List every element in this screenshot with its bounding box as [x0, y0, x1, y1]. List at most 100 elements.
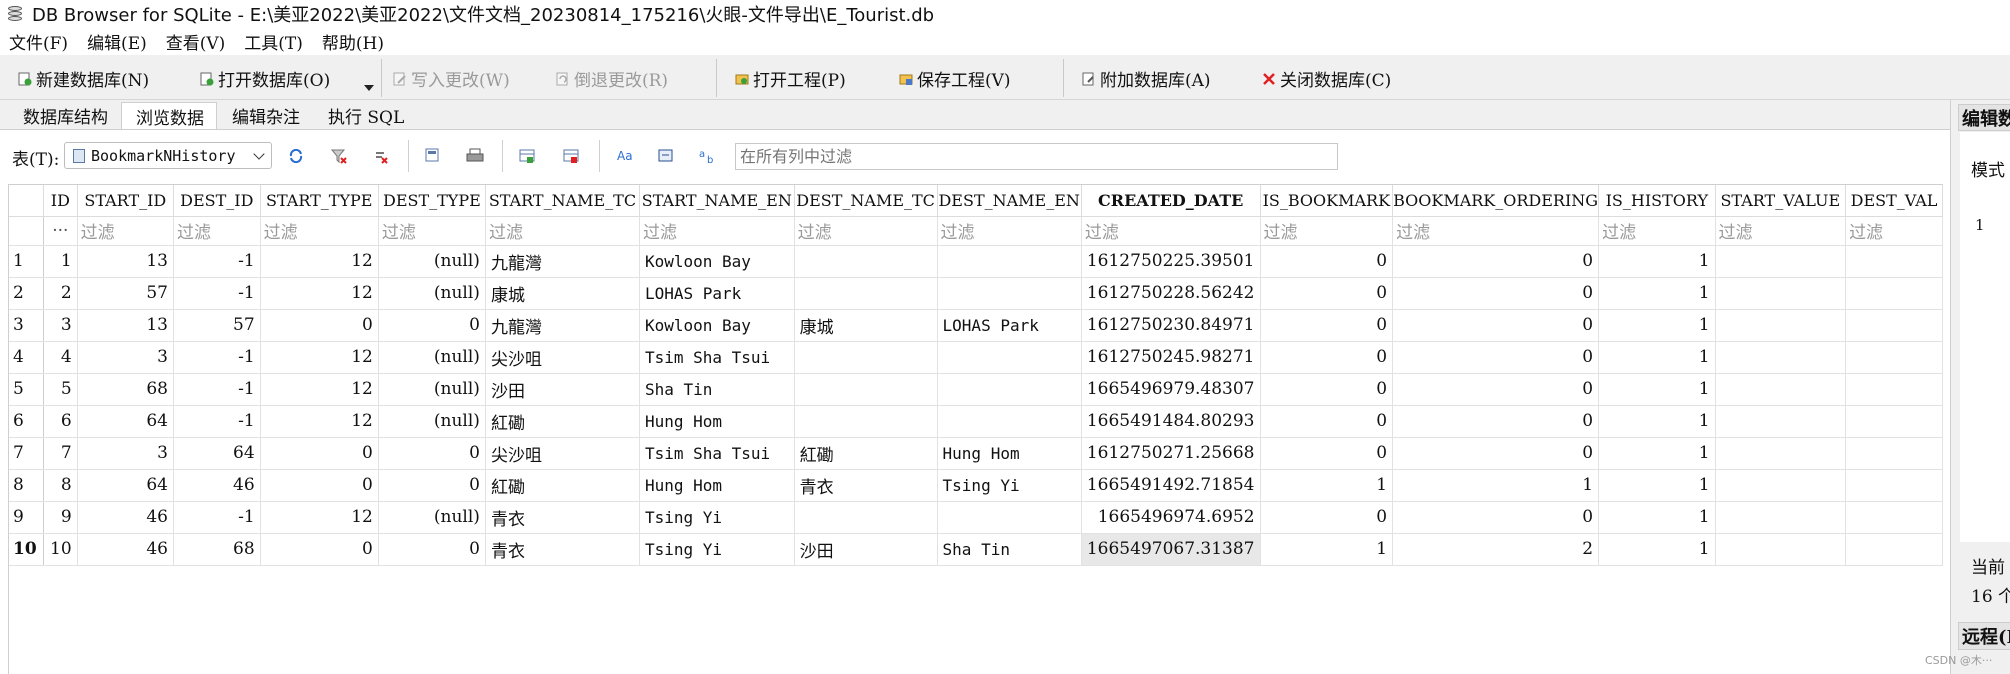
table-cell[interactable]: 1665497067.31387: [1081, 533, 1261, 566]
table-cell[interactable]: [937, 277, 1082, 310]
row-header-corner[interactable]: [9, 185, 45, 217]
edit-cell-pane-title[interactable]: 编辑数: [1958, 104, 2010, 131]
row-header[interactable]: 4: [9, 341, 45, 374]
row-header[interactable]: 1: [9, 245, 45, 278]
column-header-start-value[interactable]: START_VALUE: [1715, 185, 1847, 217]
table-cell[interactable]: (null): [378, 341, 486, 374]
table-cell[interactable]: 0: [1392, 501, 1600, 534]
table-cell[interactable]: 3: [77, 437, 174, 470]
column-filter-input[interactable]: 过滤: [1715, 216, 1847, 246]
table-cell[interactable]: -1: [173, 405, 261, 438]
table-cell[interactable]: 0: [1260, 277, 1394, 310]
delete-record-icon[interactable]: [563, 147, 581, 165]
tab-edit-pragmas[interactable]: 编辑杂注: [217, 102, 313, 129]
table-cell[interactable]: 9: [43, 501, 78, 534]
table-row[interactable]: 5 5 68 -1 12 (null) 沙田 Sha Tin 1665496979.48307 0…: [9, 373, 1943, 406]
table-cell[interactable]: LOHAS Park: [639, 277, 795, 310]
column-filter-input[interactable]: 过滤: [639, 216, 795, 246]
table-cell[interactable]: [1845, 501, 1943, 534]
table-cell[interactable]: Sha Tin: [937, 533, 1082, 566]
column-header-dest-type[interactable]: DEST_TYPE: [378, 185, 486, 217]
column-filter-input[interactable]: 过滤: [1081, 216, 1261, 246]
table-cell[interactable]: 1: [1598, 437, 1716, 470]
table-cell[interactable]: [937, 501, 1082, 534]
row-header[interactable]: 7: [9, 437, 45, 470]
table-cell[interactable]: [1715, 501, 1847, 534]
table-cell[interactable]: 10: [43, 533, 78, 566]
table-cell[interactable]: 0: [260, 533, 379, 566]
table-cell[interactable]: 8: [43, 469, 78, 502]
table-cell[interactable]: Sha Tin: [639, 373, 795, 406]
table-cell[interactable]: 5: [43, 373, 78, 406]
table-cell[interactable]: 12: [260, 341, 379, 374]
table-cell[interactable]: (null): [378, 405, 486, 438]
table-cell[interactable]: [1715, 245, 1847, 278]
table-row[interactable]: 7 7 3 64 0 0 尖沙咀 Tsim Sha Tsui 紅磡 Hung Hom 1612750…: [9, 437, 1943, 470]
new-database-button[interactable]: 新建数据库(N): [18, 65, 149, 91]
table-cell[interactable]: 0: [378, 437, 486, 470]
table-cell[interactable]: 64: [173, 437, 261, 470]
column-header-start-id[interactable]: START_ID: [77, 185, 174, 217]
tab-execute-sql[interactable]: 执行 SQL: [313, 102, 417, 129]
remote-pane-title[interactable]: 远程(R: [1958, 622, 2010, 650]
table-cell[interactable]: [1715, 373, 1847, 406]
table-cell[interactable]: 1: [1598, 533, 1716, 566]
row-header[interactable]: 10: [9, 533, 45, 566]
table-cell[interactable]: 13: [77, 245, 174, 278]
table-cell[interactable]: [794, 405, 938, 438]
table-cell[interactable]: Tsing Yi: [937, 469, 1082, 502]
find-icon[interactable]: Aa: [616, 147, 634, 165]
table-cell[interactable]: 0: [1260, 373, 1394, 406]
table-cell[interactable]: 0: [1260, 405, 1394, 438]
table-cell[interactable]: 0: [1260, 501, 1394, 534]
table-cell[interactable]: 12: [260, 277, 379, 310]
row-header[interactable]: 5: [9, 373, 45, 406]
table-cell[interactable]: 1612750271.25668: [1081, 437, 1261, 470]
column-header-dest-name-en[interactable]: DEST_NAME_EN: [937, 185, 1082, 217]
column-filter-input[interactable]: 过滤: [1392, 216, 1600, 246]
column-filter-input[interactable]: 过滤: [1598, 216, 1716, 246]
table-select[interactable]: BookmarkNHistory: [64, 142, 272, 169]
table-row[interactable]: 6 6 64 -1 12 (null) 紅磡 Hung Hom 1665491484.80293…: [9, 405, 1943, 438]
column-filter-input[interactable]: 过滤: [485, 216, 640, 246]
print-icon[interactable]: [466, 147, 484, 165]
column-header-dest-value[interactable]: DEST_VAL: [1845, 185, 1943, 217]
column-header-dest-name-tc[interactable]: DEST_NAME_TC: [794, 185, 938, 217]
table-cell[interactable]: 1: [1260, 533, 1394, 566]
table-cell[interactable]: [794, 341, 938, 374]
table-cell[interactable]: 6: [43, 405, 78, 438]
row-header[interactable]: 2: [9, 277, 45, 310]
table-cell[interactable]: Kowloon Bay: [639, 245, 795, 278]
filter-all-columns-input[interactable]: [735, 143, 1338, 170]
clear-sorting-icon[interactable]: [372, 147, 390, 165]
table-cell[interactable]: 12: [260, 373, 379, 406]
data-grid[interactable]: ID START_ID DEST_ID START_TYPE DEST_TYPE…: [8, 184, 1943, 674]
table-cell[interactable]: [794, 245, 938, 278]
table-cell[interactable]: [1845, 437, 1943, 470]
table-cell[interactable]: [937, 245, 1082, 278]
table-cell[interactable]: [1845, 373, 1943, 406]
save-view-icon[interactable]: [425, 147, 443, 165]
row-header[interactable]: 3: [9, 309, 45, 342]
table-cell[interactable]: 0: [260, 437, 379, 470]
table-cell[interactable]: 0: [1392, 373, 1600, 406]
table-cell[interactable]: 12: [260, 405, 379, 438]
save-project-button[interactable]: 保存工程(V): [899, 65, 1011, 91]
table-cell[interactable]: 1665491484.80293: [1081, 405, 1261, 438]
table-cell[interactable]: [794, 277, 938, 310]
table-cell[interactable]: 九龍灣: [485, 245, 640, 278]
table-cell[interactable]: Tsim Sha Tsui: [639, 341, 795, 374]
menu-view[interactable]: 查看(V): [157, 29, 236, 54]
table-cell[interactable]: 0: [1392, 309, 1600, 342]
table-cell[interactable]: 0: [1392, 245, 1600, 278]
column-header-is-bookmark[interactable]: IS_BOOKMARK: [1260, 185, 1394, 217]
table-cell[interactable]: 0: [260, 469, 379, 502]
table-cell[interactable]: 2: [43, 277, 78, 310]
table-cell[interactable]: 57: [173, 309, 261, 342]
table-cell[interactable]: 青衣: [794, 469, 938, 502]
table-cell[interactable]: 13: [77, 309, 174, 342]
table-row[interactable]: 9 9 46 -1 12 (null) 青衣 Tsing Yi 1665496974.6952 0…: [9, 501, 1943, 534]
table-cell[interactable]: [1845, 309, 1943, 342]
table-cell[interactable]: Hung Hom: [937, 437, 1082, 470]
refresh-icon[interactable]: [287, 147, 305, 165]
